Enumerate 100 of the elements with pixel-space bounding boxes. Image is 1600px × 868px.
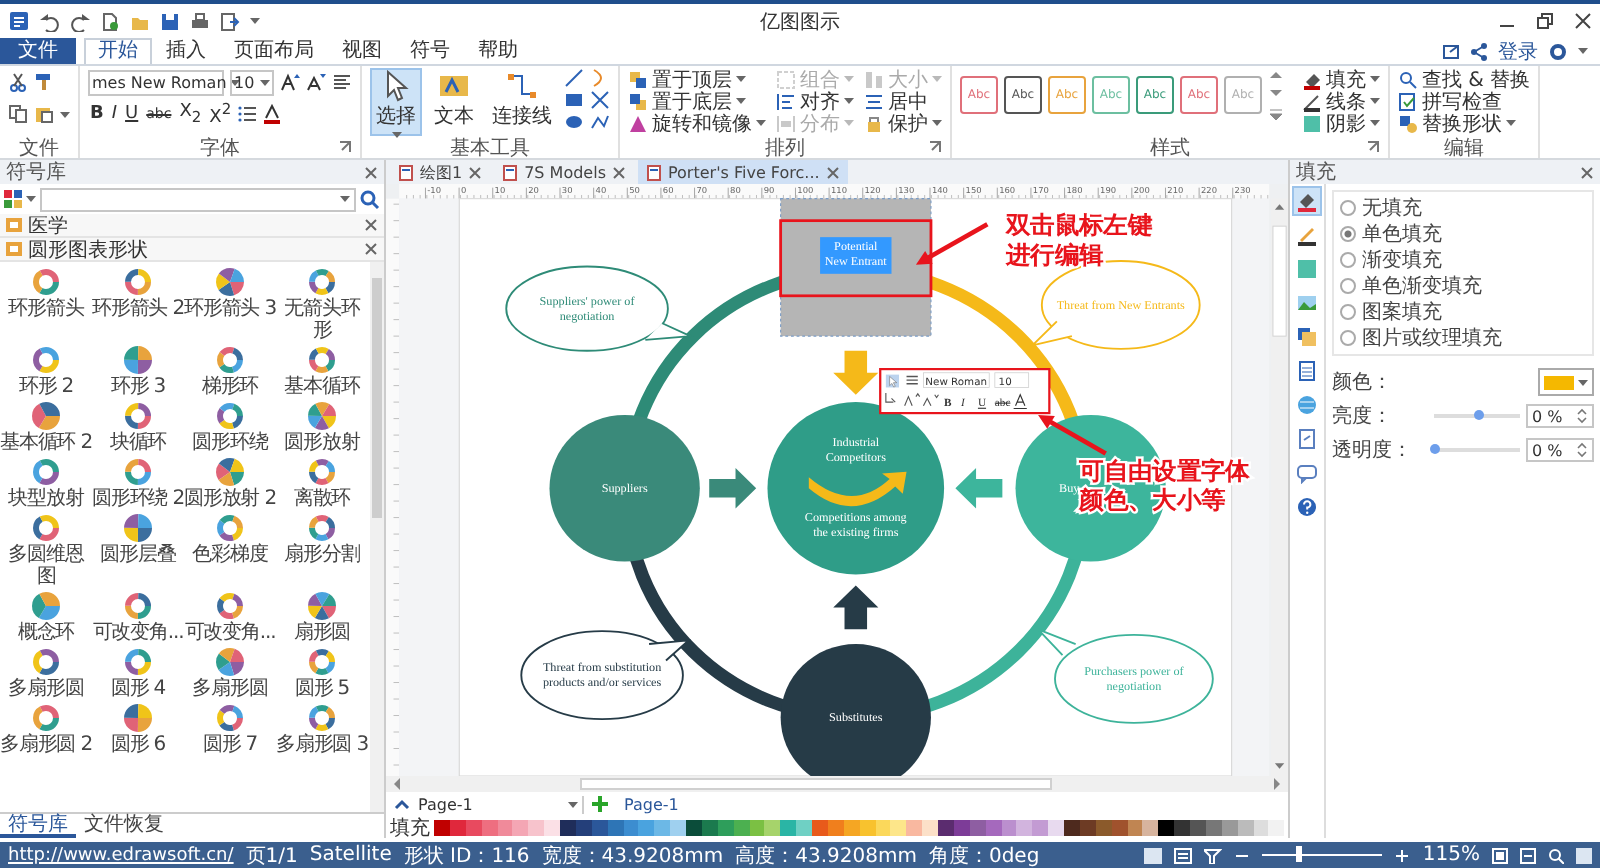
- document-tab[interactable]: Porter's Five Forc...: [638, 160, 848, 184]
- shape-label: 圆形环绕: [190, 432, 270, 454]
- tool-button[interactable]: 连接线: [486, 68, 558, 136]
- group-label: 字体: [200, 135, 240, 161]
- website-link[interactable]: http://www.edrawsoft.cn/: [8, 845, 234, 865]
- menu-tab[interactable]: 符号: [396, 38, 464, 64]
- shape-label: 块型放射: [6, 488, 87, 510]
- option-label: 单色渐变填充: [1362, 273, 1482, 300]
- status-text: 角度：0deg: [928, 843, 1040, 868]
- format-button[interactable]: 填充: [1302, 68, 1380, 90]
- arrange-button[interactable]: 旋转和镜像: [628, 112, 766, 134]
- group-label: 编辑: [1444, 135, 1485, 161]
- shape-label: 环形 3: [108, 376, 168, 398]
- menu-tab[interactable]: 页面布局: [220, 38, 328, 64]
- arrange-button[interactable]: 保护: [864, 112, 942, 134]
- shape-label: 圆形放射 2: [184, 488, 276, 510]
- shape-label: 无箭头环形: [282, 298, 363, 342]
- spin-field[interactable]: 0 %: [1526, 404, 1594, 428]
- status-text: 形状 ID：116: [403, 843, 530, 868]
- format-button[interactable]: B: [88, 103, 106, 125]
- tab-label: 7S Models: [524, 163, 606, 181]
- shape-label: 可改变角...: [92, 622, 184, 644]
- arrange-button[interactable]: 置于底层: [628, 90, 766, 112]
- status-text: Satellite: [309, 844, 392, 866]
- shape-label: 环形箭头: [6, 298, 86, 320]
- arrange-button[interactable]: 居中: [864, 90, 942, 112]
- shape-label: 可改变角...: [184, 622, 276, 644]
- panel-tab[interactable]: 文件恢复: [76, 814, 172, 838]
- page-dropdown[interactable]: Page-1: [418, 795, 584, 813]
- shape-label: 圆形层叠: [98, 544, 178, 566]
- shape-label: 离散环: [291, 488, 353, 510]
- group-label: 样式: [1150, 135, 1190, 161]
- shape-label: 圆形放射: [282, 432, 363, 454]
- login-link[interactable]: 登录: [1498, 37, 1538, 65]
- option-label: 图片或纹理填充: [1362, 325, 1502, 352]
- font-size-field[interactable]: 10: [230, 69, 274, 95]
- menu-tab[interactable]: 插入: [152, 38, 220, 64]
- document-tab[interactable]: 绘图1: [390, 160, 491, 184]
- shape-label: 扇形圆: [291, 622, 353, 644]
- annotation-text: 双击鼠标左键 进行编辑: [1006, 211, 1152, 269]
- menu-tab[interactable]: 视图: [328, 38, 396, 64]
- undefined: Page-1: [418, 795, 473, 813]
- option-label: 图案填充: [1362, 299, 1442, 326]
- shape-label: 环形箭头 3: [184, 298, 276, 320]
- shape-label: 圆形 4: [108, 678, 168, 700]
- shape-label: 多扇形圆: [190, 678, 270, 700]
- format-button[interactable]: U: [123, 103, 141, 125]
- status-text: 宽度：43.9208mm: [541, 843, 724, 868]
- option-label: 渐变填充: [1362, 247, 1442, 274]
- page-tab[interactable]: Page-1: [616, 795, 687, 813]
- option-label: 单色填充: [1362, 221, 1442, 248]
- format-button[interactable]: 阴影: [1302, 112, 1380, 134]
- shape-label: 环形箭头 2: [92, 298, 184, 320]
- group-label: 排列: [765, 135, 805, 161]
- status-text: 高度：43.9208mm: [735, 843, 917, 868]
- edit-button[interactable]: 拼写检查: [1398, 90, 1531, 112]
- library-category[interactable]: 医学: [0, 214, 384, 238]
- panel-title: 符号库: [6, 159, 66, 186]
- shape-label: 色彩梯度: [190, 544, 270, 566]
- palette-label: 填充: [390, 815, 430, 841]
- menu-tab[interactable]: 帮助: [464, 38, 532, 64]
- format-button[interactable]: X$_{2}$: [177, 101, 204, 127]
- shape-label: 块循环: [107, 432, 169, 454]
- shape-label: 圆形 5: [292, 678, 352, 700]
- zoom-level: 115%: [1422, 844, 1480, 866]
- shape-label: 梯形环: [199, 376, 261, 398]
- tool-button[interactable]: 选择: [370, 68, 422, 136]
- file-menu[interactable]: 文件: [0, 38, 76, 64]
- format-button[interactable]: 线条: [1302, 90, 1380, 112]
- shape-label: 多扇形圆 2: [0, 734, 92, 756]
- field-label: 透明度：: [1332, 437, 1414, 464]
- panel-tab[interactable]: 符号库: [0, 814, 76, 838]
- field-label: 亮度：: [1332, 403, 1394, 430]
- tool-button[interactable]: 文本: [428, 68, 480, 136]
- field-label: 颜色：: [1332, 369, 1394, 396]
- option-label: 无填充: [1362, 195, 1422, 222]
- document-tab[interactable]: 7S Models: [494, 160, 634, 184]
- edit-button[interactable]: 替换形状: [1398, 112, 1531, 134]
- shape-label: 多扇形圆: [6, 678, 86, 700]
- tab-label: 绘图1: [420, 161, 463, 183]
- shape-label: 多扇形圆 3: [276, 734, 368, 756]
- group-label: 文件: [19, 135, 59, 161]
- format-button[interactable]: I: [109, 103, 120, 125]
- shape-label: 多圆维恩图: [6, 544, 86, 588]
- shape-label: 基本循环: [282, 376, 363, 398]
- shape-label: 基本循环 2: [0, 432, 92, 454]
- arrange-button[interactable]: 置于顶层: [628, 68, 766, 90]
- format-button[interactable]: X$^{2}$: [207, 98, 234, 130]
- menu-tab[interactable]: 开始: [84, 38, 152, 64]
- tab-label: Porter's Five Forc...: [668, 163, 820, 181]
- edit-button[interactable]: 查找 & 替换: [1398, 68, 1531, 90]
- shape-label: 扇形分割: [282, 544, 362, 566]
- shape-label: 环形 2: [16, 376, 76, 398]
- spin-field[interactable]: 0 %: [1526, 438, 1594, 462]
- shape-label: 圆形环绕 2: [92, 488, 184, 510]
- window-title: 亿图图示: [758, 9, 842, 35]
- shape-label: 概念环: [15, 622, 77, 644]
- arrange-button[interactable]: 对齐: [776, 90, 854, 112]
- shape-label: 圆形 6: [108, 734, 168, 756]
- library-category[interactable]: 圆形图表形状: [0, 238, 384, 262]
